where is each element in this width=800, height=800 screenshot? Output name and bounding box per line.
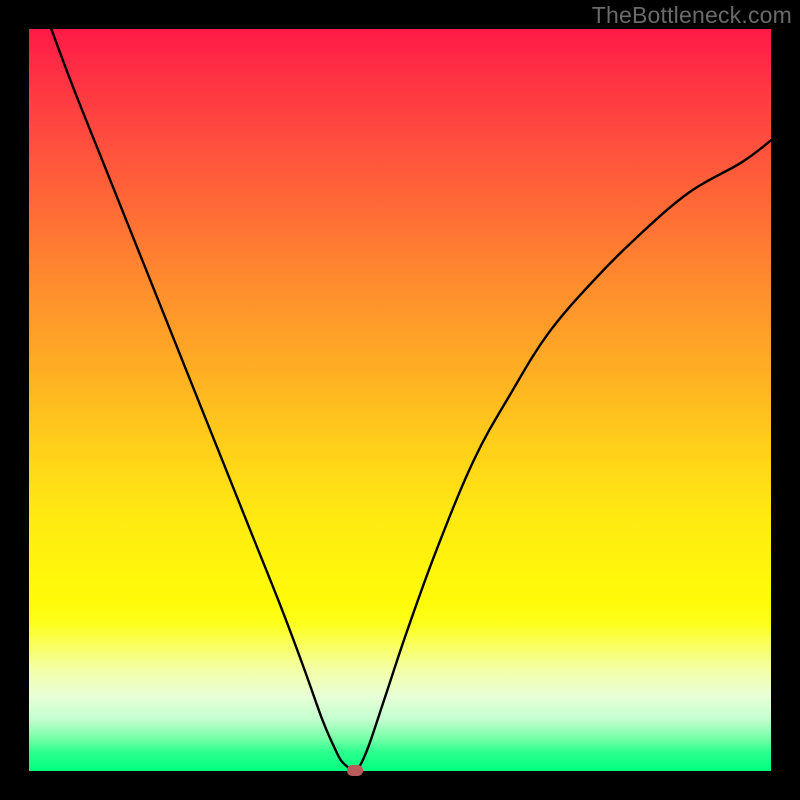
chart-frame: TheBottleneck.com (0, 0, 800, 800)
watermark-text: TheBottleneck.com (592, 2, 792, 29)
plot-area (29, 29, 771, 771)
optimal-point-marker (347, 765, 363, 776)
bottleneck-curve (29, 29, 771, 771)
